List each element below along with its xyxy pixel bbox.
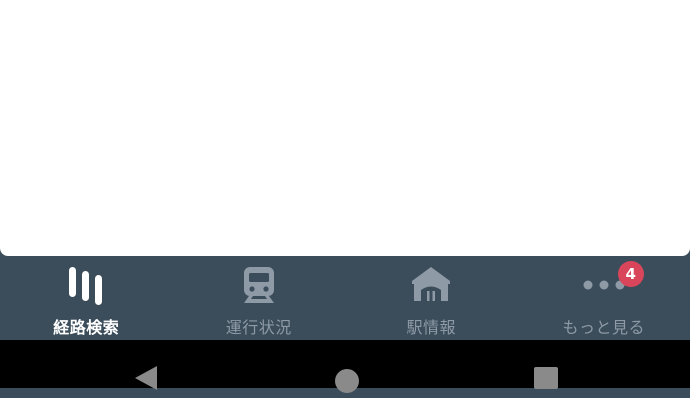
tab-station-info[interactable]: 駅情報 [345, 256, 518, 340]
recents-icon[interactable] [534, 367, 558, 393]
main-content-area [0, 0, 690, 256]
station-icon [406, 264, 456, 306]
back-icon[interactable] [133, 366, 159, 394]
tab-service-status[interactable]: 運行状況 [173, 256, 346, 340]
tab-label: 運行状況 [226, 314, 292, 338]
tab-label: 経路検索 [53, 314, 119, 338]
tab-more[interactable]: 4 もっと見る [518, 256, 690, 340]
more-dots-icon: 4 [579, 264, 629, 306]
tab-label: もっと見る [562, 314, 645, 338]
notification-badge: 4 [618, 261, 644, 287]
route-search-icon [61, 264, 111, 306]
home-icon[interactable] [334, 368, 360, 398]
tab-route-search[interactable]: 経路検索 [0, 256, 173, 340]
tab-label: 駅情報 [406, 314, 456, 338]
train-icon [234, 264, 284, 306]
bottom-tab-bar: 経路検索 運行状況 駅情報 [0, 256, 690, 340]
system-navigation-bar [0, 340, 690, 388]
